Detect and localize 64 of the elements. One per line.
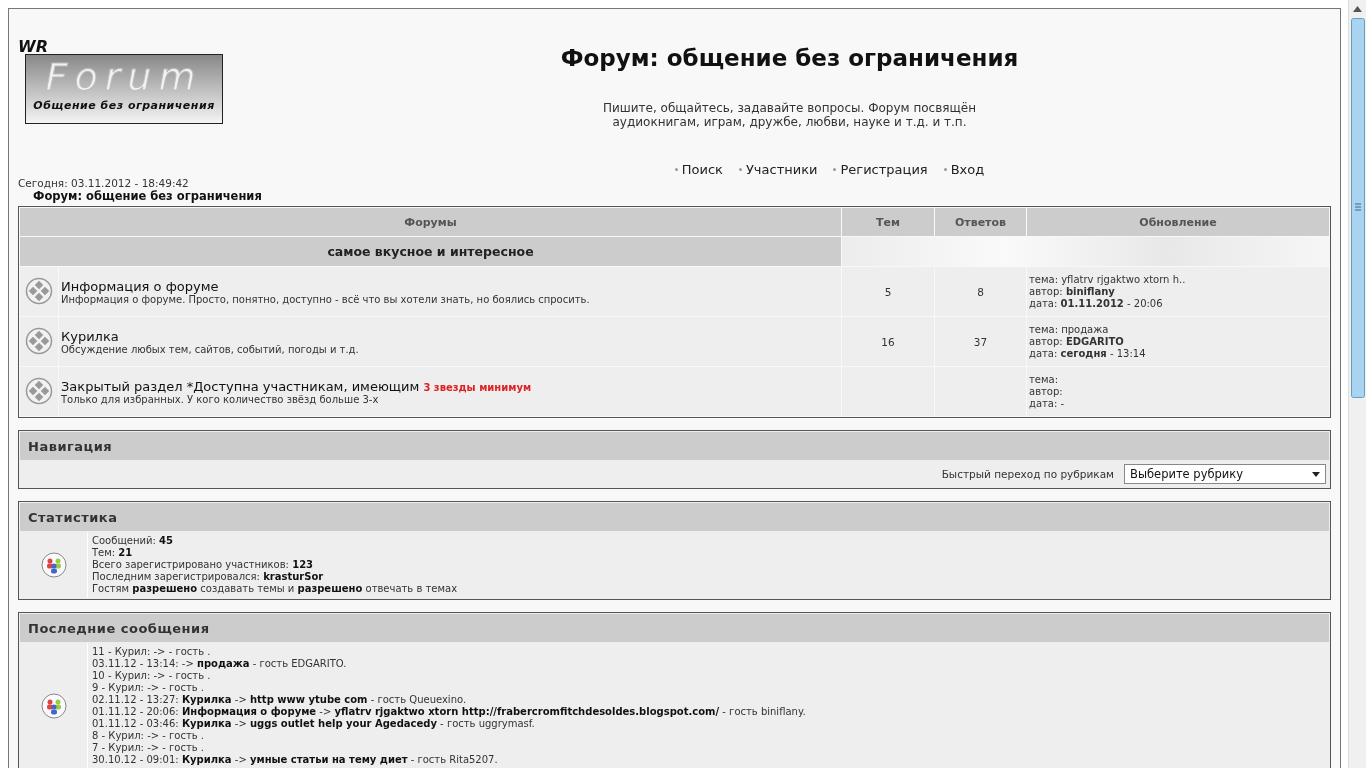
- logo-tagline: Общение без ограничения: [33, 99, 215, 112]
- column-header: Форумы: [20, 208, 841, 236]
- last-post-line: автор: EDGARITO: [1029, 335, 1125, 348]
- forum-description: Обсуждение любых тем, сайтов, событий, погоды и т.д.: [61, 343, 360, 355]
- logo-word: Forum: [45, 55, 203, 99]
- last-post-line: дата: -: [1029, 397, 1066, 410]
- forum-name[interactable]: Закрытый раздел *Доступна участникам, имеющим: [61, 378, 420, 394]
- panel-title: Последние сообщения: [28, 620, 210, 636]
- last-post-line: тема: yflatrv rjgaktwo xtorn h..: [1029, 273, 1187, 286]
- column-header: Обновление: [1027, 208, 1329, 236]
- column-header: Ответов: [935, 208, 1026, 236]
- panel-title: Навигация: [28, 438, 113, 454]
- forum-icon: [25, 376, 53, 405]
- forum-subtitle: Пишите, общайтесь, задавайте вопросы. Форум посвящён аудиокнигам, играм, дружбе, любви, науке и т.д. и т.п.: [601, 101, 978, 129]
- last-post-line: автор:: [1029, 385, 1064, 398]
- forum-title: Форум: общение без ограничения: [560, 45, 1019, 71]
- latest-post-line: 11 - Курил: -> - гость .: [92, 646, 212, 658]
- statistics-line: Сообщений: 45: [92, 535, 174, 547]
- forum-note: 3 звезды минимум: [423, 381, 532, 393]
- users-icon: [40, 693, 67, 719]
- last-post-line: тема: продажа: [1029, 323, 1110, 336]
- panel-title: Статистика: [28, 509, 118, 525]
- last-post-line: дата: 01.11.2012 - 20:06: [1029, 297, 1164, 310]
- forum-icon: [25, 326, 53, 355]
- last-post-line: дата: сегодня - 13:14: [1029, 347, 1147, 360]
- nav-link[interactable]: Поиск: [674, 162, 723, 177]
- jump-label: Быстрый переход по рубрикам: [941, 468, 1114, 480]
- last-post-line: тема:: [1029, 373, 1060, 386]
- category-title: самое вкусное и интересное: [20, 237, 841, 266]
- table-cell: 8: [935, 267, 1026, 316]
- table-cell: 37: [935, 317, 1026, 366]
- scroll-up-icon[interactable]: [1353, 6, 1362, 12]
- forum-icon: [25, 276, 53, 305]
- statistics-line: Всего зарегистрировано участников: 123: [92, 559, 315, 571]
- table-cell: 16: [842, 317, 934, 366]
- caret-icon: [1312, 471, 1320, 477]
- statistics-line: Гостям разрешено создавать темы и разрешено отвечать в темах: [92, 583, 458, 595]
- latest-post-line: 03.11.12 - 13:14: -> продажа - гость EDGARITO.: [92, 658, 348, 670]
- latest-post-line: 02.11.12 - 13:27: Курилка -> http www ytube com - гость Queuexino.: [92, 694, 468, 706]
- latest-post-line: 01.11.12 - 20:06: Информация о форуме -> yflatrv rjgaktwo xtorn http://frabercromfitchdesoldes.blogspot.com/ - гость biniflany.: [92, 706, 806, 718]
- current-date: Сегодня: 03.11.2012 - 18:49:42: [18, 177, 190, 189]
- column-header: Тем: [842, 208, 934, 236]
- table-cell: 5: [842, 267, 934, 316]
- nav-link[interactable]: Регистрация: [833, 162, 928, 177]
- latest-post-line: 30.10.12 - 09:01: Курилка -> умные статьи на тему диет - гость Rita5207.: [92, 754, 499, 766]
- last-post-line: автор: biniflany: [1029, 285, 1116, 298]
- nav-link[interactable]: Участники: [738, 162, 818, 177]
- forum-name[interactable]: Информация о форуме: [61, 278, 219, 294]
- latest-post-line: 7 - Курил: -> - гость .: [92, 742, 206, 754]
- category-select[interactable]: Выберите рубрику: [1124, 464, 1326, 484]
- nav-link[interactable]: Вход: [943, 162, 985, 177]
- statistics-line: Последним зарегистрировался: krasturSor: [92, 571, 325, 583]
- forum-description: Только для избранных. У кого количество звёзд больше 3-х: [61, 393, 380, 405]
- latest-post-line: 01.11.12 - 03:46: Курилка -> uggs outlet help your Agedacedy - гость uggrymasf.: [92, 718, 536, 730]
- statistics-line: Тем: 21: [92, 547, 134, 559]
- breadcrumb[interactable]: Форум: общение без ограничения: [33, 189, 1331, 203]
- latest-post-line: 8 - Курил: -> - гость .: [92, 730, 206, 742]
- logo-mark-text: WR: [18, 37, 48, 56]
- latest-post-line: 10 - Курил: -> - гость .: [92, 670, 212, 682]
- latest-post-line: 9 - Курил: -> - гость .: [92, 682, 206, 694]
- users-icon: [40, 552, 67, 578]
- forum-description: Информация о форуме. Просто, понятно, доступно - всё что вы хотели знать, но боялись спросить.: [61, 293, 591, 305]
- scrollbar-thumb[interactable]: [1350, 18, 1365, 398]
- forum-name[interactable]: Курилка: [61, 328, 119, 344]
